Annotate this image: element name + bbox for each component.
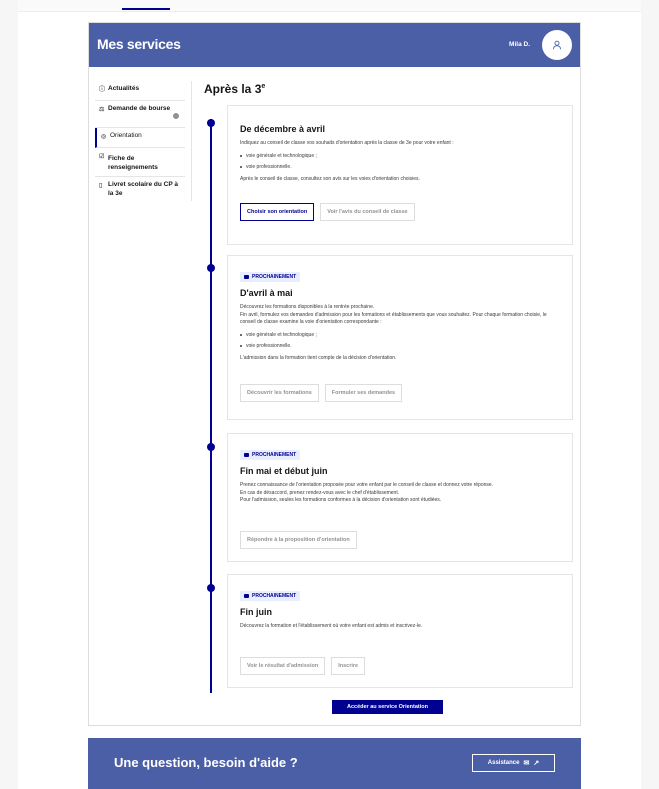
timeline-dot	[207, 264, 215, 272]
form-icon: ☑	[99, 154, 105, 160]
avatar[interactable]	[542, 30, 572, 60]
list-item: voie générale et technologique ;	[240, 151, 560, 162]
list-item: voie générale et technologique ;	[240, 330, 560, 341]
status-badge: PROCHAINEMENT	[240, 272, 301, 282]
step-card: PROCHAINEMENT D'avril à mai Découvrez le…	[227, 255, 573, 420]
admission-result-button[interactable]: Voir le résultat d'admission	[240, 656, 326, 675]
external-link-icon: ↗	[533, 760, 540, 767]
submit-requests-button[interactable]: Formuler ses demandes	[324, 384, 403, 402]
help-banner: Une question, besoin d'aide ? Assistance…	[88, 738, 581, 789]
step-text: Après le conseil de classe, consultez so…	[240, 175, 420, 182]
assistance-label: Assistance	[487, 760, 520, 766]
page-margin-right	[641, 0, 659, 789]
step-text: Pour l'admission, seules les formations …	[240, 497, 442, 503]
top-navigation-strip	[0, 0, 659, 12]
step-title: Fin juin	[240, 607, 272, 617]
calendar-icon	[244, 453, 249, 457]
page-title: Après la 3e	[204, 82, 266, 96]
status-badge: PROCHAINEMENT	[240, 450, 301, 460]
sidebar-divider	[191, 81, 192, 201]
contact-icon: ✉	[523, 760, 530, 767]
list-item: voie professionnelle.	[240, 162, 560, 173]
list-item: voie professionnelle.	[240, 341, 560, 352]
sidebar-item-livret[interactable]: ▯ Livret scolaire du CP à la 3e	[95, 177, 185, 204]
calendar-icon	[244, 594, 249, 598]
step-title: De décembre à avril	[240, 124, 326, 134]
compass-icon: ◎	[101, 134, 107, 140]
active-tab-indicator	[122, 8, 170, 10]
sidebar-item-label: Livret scolaire du CP à la 3e	[108, 181, 178, 197]
step-card: PROCHAINEMENT Fin juin Découvrez la form…	[227, 574, 573, 688]
services-card: Mes services Mila D. ⓘ Actualités ⚖ Dema…	[88, 22, 581, 726]
step-text: L'admission dans la formation tient comp…	[240, 354, 397, 361]
step-list: voie générale et technologique ; voie pr…	[240, 330, 560, 352]
sidebar-item-fiche[interactable]: ☑ Fiche de renseignements	[95, 148, 185, 177]
calendar-icon	[244, 275, 249, 279]
user-icon	[553, 40, 561, 50]
step-title: D'avril à mai	[240, 288, 293, 298]
status-badge: PROCHAINEMENT	[240, 591, 301, 601]
step-text: En cas de désaccord, prenez rendez-vous …	[240, 489, 400, 496]
header-title: Mes services	[97, 36, 181, 52]
user-name[interactable]: Mila D.	[509, 41, 530, 48]
step-text: Découvrez les formations disponibles à l…	[240, 304, 375, 310]
help-title: Une question, besoin d'aide ?	[114, 755, 298, 770]
info-icon: ⓘ	[99, 87, 106, 93]
choose-orientation-button[interactable]: Choisir son orientation	[240, 203, 315, 221]
access-orientation-service-button[interactable]: Accéder au service Orientation	[332, 700, 443, 714]
sidebar-item-label: Fiche de renseignements	[108, 155, 158, 171]
step-text: Découvrez la formation et l'établissemen…	[240, 623, 423, 629]
services-header: Mes services Mila D.	[89, 23, 580, 67]
sidebar-nav: ⓘ Actualités ⚖ Demande de bourse ◎ Orien…	[95, 81, 185, 204]
sidebar-item-orientation[interactable]: ◎ Orientation	[95, 128, 185, 148]
sidebar-item-actualites[interactable]: ⓘ Actualités	[95, 81, 185, 101]
sidebar-item-label: Demande de bourse	[108, 105, 171, 112]
answer-proposal-button[interactable]: Répondre à la proposition d'orientation	[240, 530, 357, 549]
page-margin-left	[0, 0, 18, 789]
discover-trainings-button[interactable]: Découvrir les formations	[240, 384, 319, 402]
scale-icon: ⚖	[99, 107, 105, 113]
assistance-button[interactable]: Assistance ✉ ↗	[472, 754, 555, 772]
step-text: Indiquez au conseil de classe vos souhai…	[240, 140, 454, 146]
sidebar-item-bourse[interactable]: ⚖ Demande de bourse	[95, 101, 185, 128]
timeline-dot	[207, 443, 215, 451]
timeline-dot	[207, 584, 215, 592]
timeline-dot	[207, 119, 215, 127]
step-text: Prenez connaissance de l'orientation pro…	[240, 482, 494, 488]
sidebar-item-label: Actualités	[108, 85, 140, 92]
sidebar-item-label: Orientation	[110, 132, 142, 139]
step-title: Fin mai et début juin	[240, 466, 328, 476]
step-text: Fin avril, formulez vos demandes d'admis…	[240, 311, 547, 326]
class-council-opinion-button[interactable]: Voir l'avis du conseil de classe	[320, 203, 415, 221]
step-card: De décembre à avril Indiquez au conseil …	[227, 105, 573, 245]
register-button[interactable]: Inscrire	[331, 656, 366, 675]
step-list: voie générale et technologique ; voie pr…	[240, 151, 560, 173]
step-card: PROCHAINEMENT Fin mai et début juin Pren…	[227, 433, 573, 562]
book-icon: ▯	[99, 183, 103, 189]
status-dot	[173, 113, 179, 119]
timeline-line	[210, 119, 212, 693]
